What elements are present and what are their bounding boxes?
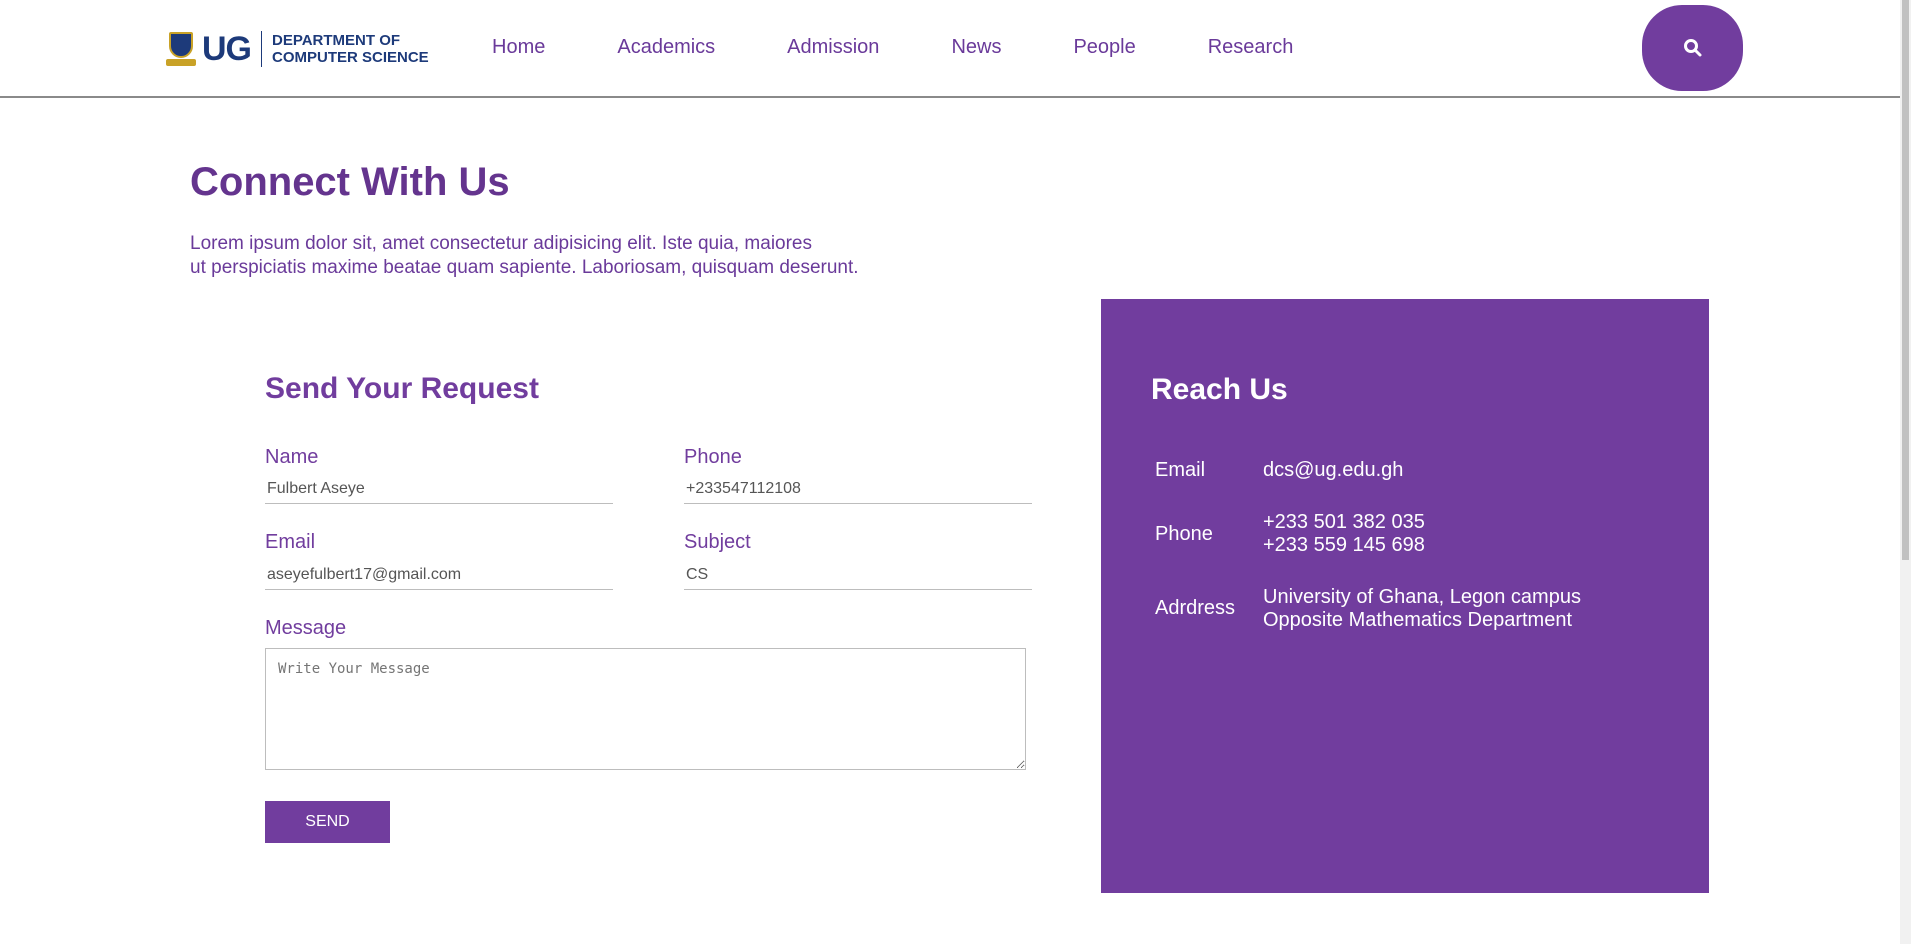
department-line-1: DEPARTMENT OF — [272, 32, 401, 49]
reach-address-values: University of Ghana, Legon campus Opposi… — [1263, 586, 1581, 632]
nav-home[interactable]: Home — [492, 36, 545, 59]
nav-admission[interactable]: Admission — [787, 36, 879, 59]
subject-label: Subject — [684, 531, 751, 553]
department-line-2: COMPUTER SCIENCE — [272, 49, 429, 66]
nav-academics[interactable]: Academics — [617, 36, 715, 59]
main-nav: Home Academics Admission News People Res… — [492, 36, 1365, 59]
site-header: UG DEPARTMENT OF COMPUTER SCIENCE Home A… — [0, 0, 1900, 98]
intro-line-2: ut perspiciatis maxime beatae quam sapie… — [190, 257, 859, 278]
intro-line-1: Lorem ipsum dolor sit, amet consectetur … — [190, 233, 812, 254]
reach-phone-2[interactable]: +233 559 145 698 — [1263, 534, 1425, 557]
department-name: DEPARTMENT OF COMPUTER SCIENCE — [272, 32, 429, 66]
intro-text: Lorem ipsum dolor sit, amet consectetur … — [190, 232, 910, 280]
name-field[interactable] — [265, 474, 613, 504]
search-button[interactable] — [1642, 5, 1743, 91]
nav-research[interactable]: Research — [1208, 36, 1294, 59]
crest-icon — [166, 30, 196, 68]
site-logo[interactable]: UG DEPARTMENT OF COMPUTER SCIENCE — [166, 28, 429, 70]
nav-news[interactable]: News — [951, 36, 1001, 59]
name-label: Name — [265, 446, 319, 468]
message-textarea[interactable] — [265, 648, 1026, 770]
reach-address-label: Adrdress — [1155, 597, 1236, 619]
reach-us-title: Reach Us — [1151, 373, 1288, 406]
logo-ug-text: UG — [202, 29, 252, 68]
email-label: Email — [265, 531, 316, 553]
reach-us-panel: Reach Us Email dcs@ug.edu.gh Phone +233 … — [1101, 299, 1709, 893]
phone-label: Phone — [684, 446, 742, 468]
reach-phone-values: +233 501 382 035 +233 559 145 698 — [1263, 511, 1425, 557]
logo-divider — [261, 31, 262, 67]
email-field[interactable] — [265, 560, 613, 590]
form-title: Send Your Request — [265, 372, 539, 405]
reach-address-line-2: Opposite Mathematics Department — [1263, 609, 1573, 631]
subject-field[interactable] — [684, 560, 1032, 590]
phone-field[interactable] — [684, 474, 1032, 504]
page-scrollbar[interactable] — [1900, 0, 1911, 944]
reach-address-line-1: University of Ghana, Legon campus — [1263, 586, 1581, 608]
reach-phone-1[interactable]: +233 501 382 035 — [1263, 511, 1425, 534]
page-title: Connect With Us — [190, 160, 510, 204]
reach-email-label: Email — [1155, 459, 1206, 481]
search-icon — [1683, 39, 1701, 57]
reach-email-value[interactable]: dcs@ug.edu.gh — [1263, 459, 1403, 482]
message-label: Message — [265, 617, 347, 639]
reach-phone-label: Phone — [1155, 523, 1213, 545]
send-button[interactable]: SEND — [265, 801, 390, 843]
scrollbar-thumb[interactable] — [1902, 0, 1909, 560]
nav-people[interactable]: People — [1073, 36, 1135, 59]
